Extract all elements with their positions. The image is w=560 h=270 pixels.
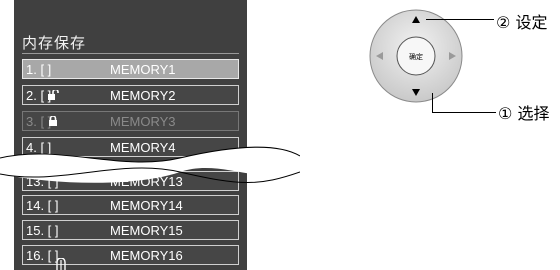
callout-line-select [432,112,496,113]
memory-row-name: MEMORY14 [110,198,183,213]
callout-select-label: 选择 [517,104,550,123]
memory-row-name: MEMORY3 [110,114,176,129]
callout-line-set [426,19,494,20]
enter-button-label: 确定 [409,52,423,61]
callout-line-select-vertical [432,93,433,112]
memory-row-number: 16. [ ] [26,248,59,263]
memory-row-14[interactable]: 14. [ ] MEMORY14 [22,195,239,215]
omission-break-mark [0,146,300,183]
memory-save-panel: 内存保存 1. [ ] MEMORY1 2. [ ] MEMORY2 3. [ … [14,0,247,270]
title-divider [22,53,239,54]
memory-row-name: MEMORY16 [110,248,183,263]
memory-row-number: 15. [ ] [26,223,59,238]
unlocked-icon [48,90,59,100]
callout-set-label: 设定 [515,13,548,32]
memory-row-15[interactable]: 15. [ ] MEMORY15 [22,220,239,240]
memory-row-1[interactable]: 1. [ ] MEMORY1 [22,59,239,79]
memory-row-2[interactable]: 2. [ ] MEMORY2 [22,85,239,105]
memory-row-name: MEMORY1 [110,62,176,77]
callout-select-marker: ① [498,104,513,123]
memory-row-3: 3. [ ] MEMORY3 [22,111,239,131]
memory-row-number: 14. [ ] [26,198,59,213]
page-title: 内存保存 [22,34,87,52]
callout-set: ② 设定 [496,9,547,33]
memory-row-name: MEMORY15 [110,223,183,238]
lock-icon [49,116,57,126]
callout-set-marker: ② [496,13,511,32]
remote-dpad: 确定 [369,9,463,103]
text-cursor-icon [56,258,66,270]
callout-select: ① 选择 [498,100,549,124]
memory-row-number: 1. [ ] [26,62,52,77]
memory-row-name: MEMORY2 [110,88,176,103]
